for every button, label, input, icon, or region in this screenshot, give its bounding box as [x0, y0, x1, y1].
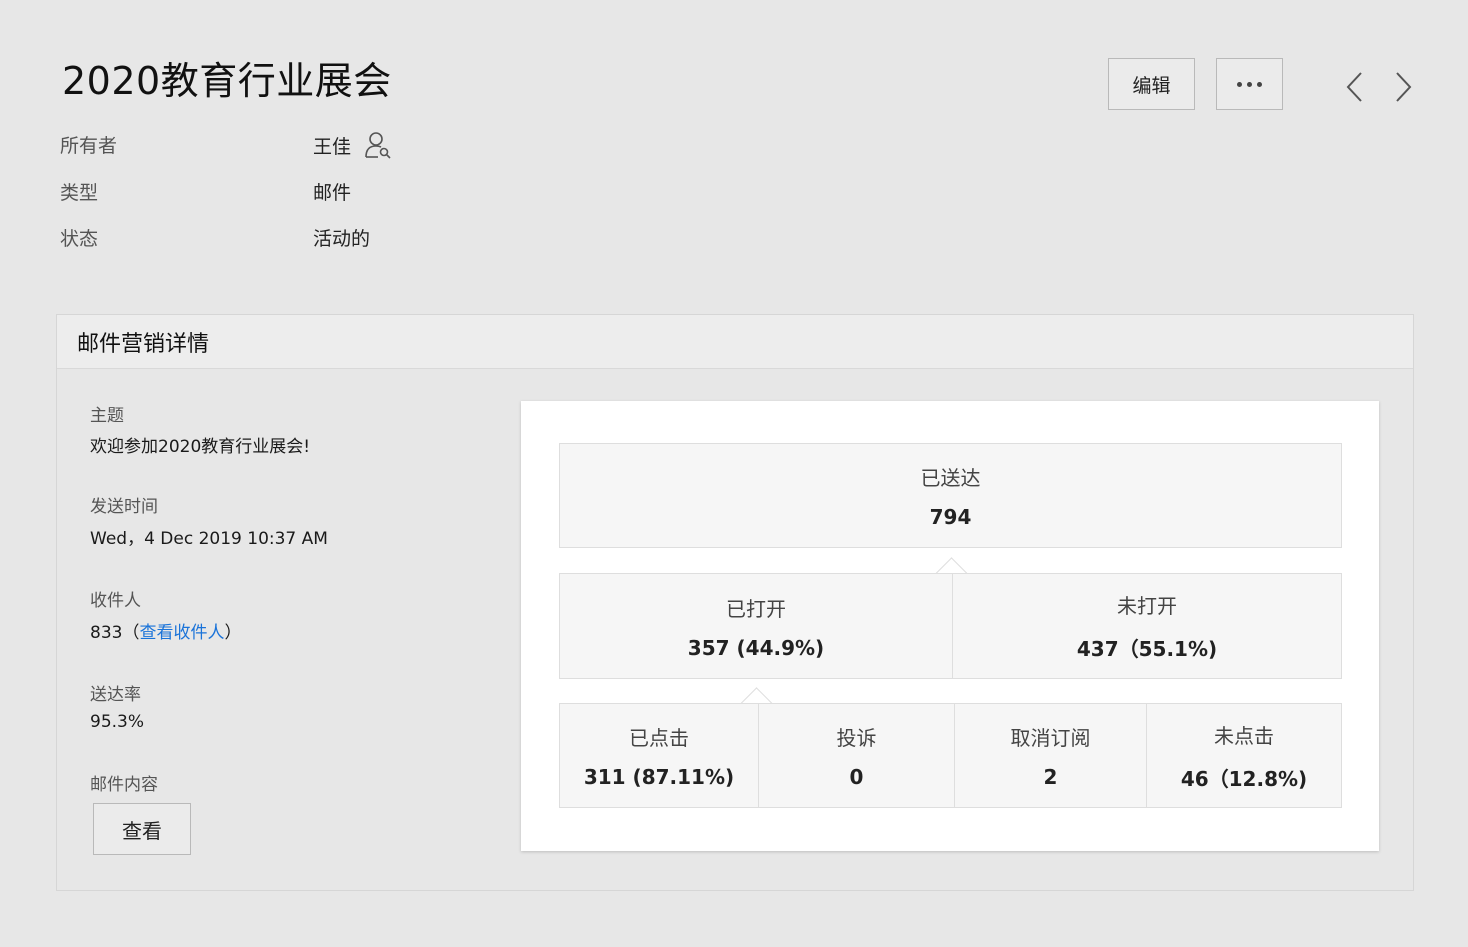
recipients-label: 收件人	[90, 591, 141, 611]
email-content-label: 邮件内容	[90, 775, 158, 795]
email-campaign-details-panel: 邮件营销详情 主题 欢迎参加2020教育行业展会! 发送时间 Wed，4 Dec…	[56, 314, 1414, 891]
more-options-button[interactable]	[1216, 58, 1283, 110]
stat-label: 未点击	[1214, 723, 1274, 748]
type-value: 邮件	[313, 182, 352, 204]
chevron-right-icon[interactable]	[1388, 68, 1418, 106]
send-time-label: 发送时间	[90, 497, 158, 517]
view-content-button[interactable]: 查看	[93, 803, 191, 855]
page-title: 2020教育行业展会	[62, 59, 392, 103]
stat-label: 已打开	[726, 596, 786, 621]
stat-label: 取消订阅	[1010, 726, 1091, 750]
section-title: 邮件营销详情	[57, 315, 1413, 369]
stat-opened: 已打开 357 (44.9%)	[559, 573, 953, 679]
stat-clicked: 已点击 311 (87.11%)	[559, 703, 759, 808]
stat-value: 357 (44.9%)	[687, 635, 825, 660]
stat-unsubscribed: 取消订阅 2	[954, 703, 1147, 808]
delivery-stats-card: 已送达 794 已打开 357 (44.9%) 未打开 437（55.1%) 已…	[521, 401, 1379, 851]
user-search-icon[interactable]	[365, 131, 391, 159]
stat-value: 0	[849, 765, 864, 789]
owner-label: 所有者	[60, 135, 118, 157]
subject-label: 主题	[90, 406, 124, 426]
chevron-left-icon[interactable]	[1340, 68, 1370, 106]
owner-name: 王佳	[313, 135, 352, 158]
stat-complaints: 投诉 0	[758, 703, 955, 808]
delivery-rate-label: 送达率	[90, 685, 141, 705]
view-recipients-link[interactable]: 查看收件人	[139, 623, 224, 643]
type-label: 类型	[60, 182, 99, 204]
stat-value: 2	[1043, 765, 1058, 789]
stat-value: 794	[929, 505, 972, 529]
stat-label: 投诉	[836, 726, 877, 750]
recipients-value: 833（查看收件人）	[90, 618, 241, 643]
stat-value: 46（12.8%)	[1180, 766, 1308, 791]
stat-value: 437（55.1%)	[1076, 637, 1218, 661]
subject-value: 欢迎参加2020教育行业展会!	[90, 437, 311, 457]
delivery-rate-value: 95.3%	[90, 712, 145, 732]
more-dots-icon	[1237, 81, 1262, 87]
status-label: 状态	[60, 228, 99, 250]
stat-label: 未打开	[1117, 594, 1177, 618]
close-paren: ）	[224, 623, 242, 643]
stat-delivered: 已送达 794	[559, 443, 1342, 548]
stat-label: 已点击	[629, 726, 689, 750]
status-value: 活动的	[313, 228, 371, 250]
recipients-count: 833	[90, 623, 123, 643]
stat-unopened: 未打开 437（55.1%)	[952, 573, 1342, 679]
stat-value: 311 (87.11%)	[583, 765, 735, 789]
open-paren: （	[122, 623, 140, 643]
owner-value: 王佳	[313, 131, 391, 159]
send-time-value: Wed，4 Dec 2019 10:37 AM	[90, 529, 328, 549]
edit-button[interactable]: 编辑	[1108, 58, 1195, 110]
stat-label: 已送达	[920, 466, 981, 490]
stat-not-clicked: 未点击 46（12.8%)	[1146, 703, 1342, 808]
